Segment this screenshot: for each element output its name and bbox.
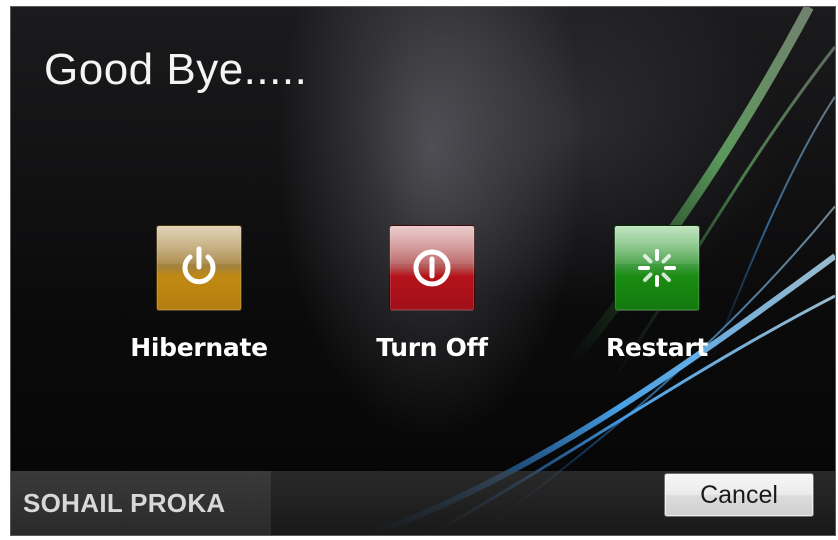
- cancel-button[interactable]: Cancel: [664, 473, 814, 517]
- turn-off-tile[interactable]: [389, 225, 475, 311]
- hibernate-button[interactable]: Hibernate: [109, 225, 289, 362]
- turn-off-label: Turn Off: [376, 333, 488, 362]
- dialog-footer: SOHAIL PROKA Cancel: [11, 471, 835, 535]
- hibernate-label: Hibernate: [130, 333, 268, 362]
- restart-tile[interactable]: [614, 225, 700, 311]
- shutdown-icon: [413, 249, 451, 287]
- shutdown-dialog: Good Bye..... Hibernate Turn Off Restart…: [10, 6, 836, 536]
- hibernate-tile[interactable]: [156, 225, 242, 311]
- restart-label: Restart: [605, 333, 709, 362]
- user-name: SOHAIL PROKA: [11, 471, 271, 535]
- dialog-title: Good Bye.....: [44, 45, 308, 94]
- power-icon: [182, 246, 216, 285]
- restart-spinner-icon: [638, 249, 676, 287]
- turn-off-button[interactable]: Turn Off: [342, 225, 522, 362]
- restart-button[interactable]: Restart: [567, 225, 747, 362]
